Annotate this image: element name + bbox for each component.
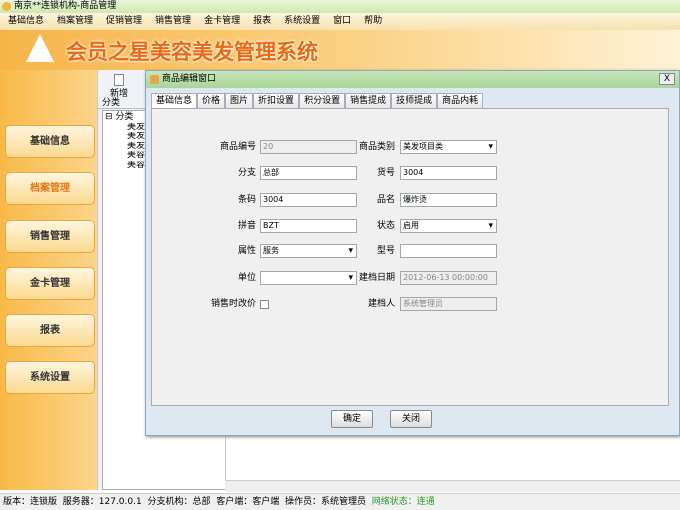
menu-sales[interactable]: 销售管理 [155,13,191,30]
tree-root-label: 分类 [115,112,134,122]
price-change-checkbox[interactable] [260,300,269,309]
tab-price[interactable]: 价格 [197,93,226,108]
code-label: 商品编号 [219,142,256,152]
item-no-label: 货号 [376,168,395,178]
sidebar-item-reports[interactable]: 报表 [5,314,95,347]
sidebar-item-gold-card[interactable]: 金卡管理 [5,267,95,300]
dialog-title-bar: 商品编辑窗口 X [146,71,679,88]
title-bar: 南京**连锁机构-商品管理 [0,0,680,13]
status-label: 状态 [376,221,395,231]
menu-settings[interactable]: 系统设置 [284,13,320,30]
window-title: 南京**连锁机构-商品管理 [14,1,117,11]
banner-title: 会员之星美容美发管理系统 [66,40,318,64]
app-icon [2,2,11,11]
status-select[interactable]: 启用 [400,219,497,233]
creator-field[interactable]: 系统管理员 [400,297,497,311]
menu-bar: 基础信息 档案管理 促销管理 销售管理 金卡管理 报表 系统设置 窗口 帮助 [0,13,680,30]
dialog-icon [150,75,159,84]
menu-promotion[interactable]: 促销管理 [106,13,142,30]
sidebar-item-archive[interactable]: 档案管理 [5,172,95,205]
status-bar: 版本：连锁版 服务器：127.0.0.1 分支机构：总部 客户端：客户端 操作员… [0,493,680,510]
price-change-label: 销售时改价 [210,299,256,309]
tab-basic-info[interactable]: 基础信息 [151,93,198,109]
tab-image[interactable]: 图片 [225,93,254,108]
creator-label: 建档人 [367,299,395,309]
menu-basic-info[interactable]: 基础信息 [8,13,44,30]
close-button[interactable]: 关闭 [390,410,432,428]
close-icon[interactable]: X [659,73,675,85]
name-label: 品名 [376,195,395,205]
pinyin-label: 拼音 [237,221,256,231]
basic-info-form: 商品编号 20 商品类别 美发项目类 分支 总部 货号 3004 条码 3004… [151,108,669,406]
barcode-label: 条码 [237,195,256,205]
sidebar-item-basic-info[interactable]: 基础信息 [5,125,95,158]
attribute-label: 属性 [237,246,256,256]
product-edit-dialog: 商品编辑窗口 X 基础信息 价格 图片 折扣设置 积分设置 销售提成 技师提成 商… [145,70,680,436]
status-network: 网络状态：连通 [371,497,435,507]
tab-technician-commission[interactable]: 技师提成 [391,93,438,108]
item-no-field[interactable]: 3004 [400,166,497,180]
status-client: 客户端：客户端 [216,497,280,507]
tab-discount[interactable]: 折扣设置 [253,93,300,108]
sidebar-item-sales[interactable]: 销售管理 [5,220,95,253]
branch-label: 分支 [237,168,256,178]
status-operator: 操作员：系统管理员 [284,497,366,507]
model-label: 型号 [376,246,395,256]
created-date-label: 建档日期 [358,273,395,283]
new-button[interactable]: 新增 [108,74,130,99]
logo-icon [26,34,54,62]
created-date-field[interactable]: 2012-06-13 00:00:00 [400,271,497,285]
category-label: 商品类别 [358,142,395,152]
menu-gold-card[interactable]: 金卡管理 [204,13,240,30]
ok-button[interactable]: 确定 [331,410,373,428]
menu-reports[interactable]: 报表 [253,13,271,30]
tab-consumption[interactable]: 商品内耗 [437,93,484,108]
unit-label: 单位 [237,273,256,283]
sidebar: 基础信息 档案管理 销售管理 金卡管理 报表 系统设置 [0,70,97,490]
category-select[interactable]: 美发项目类 [400,140,497,154]
banner: 会员之星美容美发管理系统 [0,30,680,70]
tab-sales-commission[interactable]: 销售提成 [345,93,392,108]
tab-points[interactable]: 积分设置 [299,93,346,108]
menu-window[interactable]: 窗口 [333,13,351,30]
status-server: 服务器：127.0.0.1 [62,497,142,507]
menu-help[interactable]: 帮助 [364,13,382,30]
tab-bar: 基础信息 价格 图片 折扣设置 积分设置 销售提成 技师提成 商品内耗 [151,93,484,109]
name-field[interactable]: 爆炸烫 [400,193,497,207]
dialog-title: 商品编辑窗口 [162,74,217,84]
new-file-icon [114,74,124,86]
model-field[interactable] [400,244,497,258]
sidebar-item-settings[interactable]: 系统设置 [5,361,95,394]
status-version: 版本：连锁版 [3,497,58,507]
menu-archive[interactable]: 档案管理 [57,13,93,30]
status-branch: 分支机构：总部 [147,497,211,507]
horizontal-scrollbar[interactable] [225,480,680,492]
